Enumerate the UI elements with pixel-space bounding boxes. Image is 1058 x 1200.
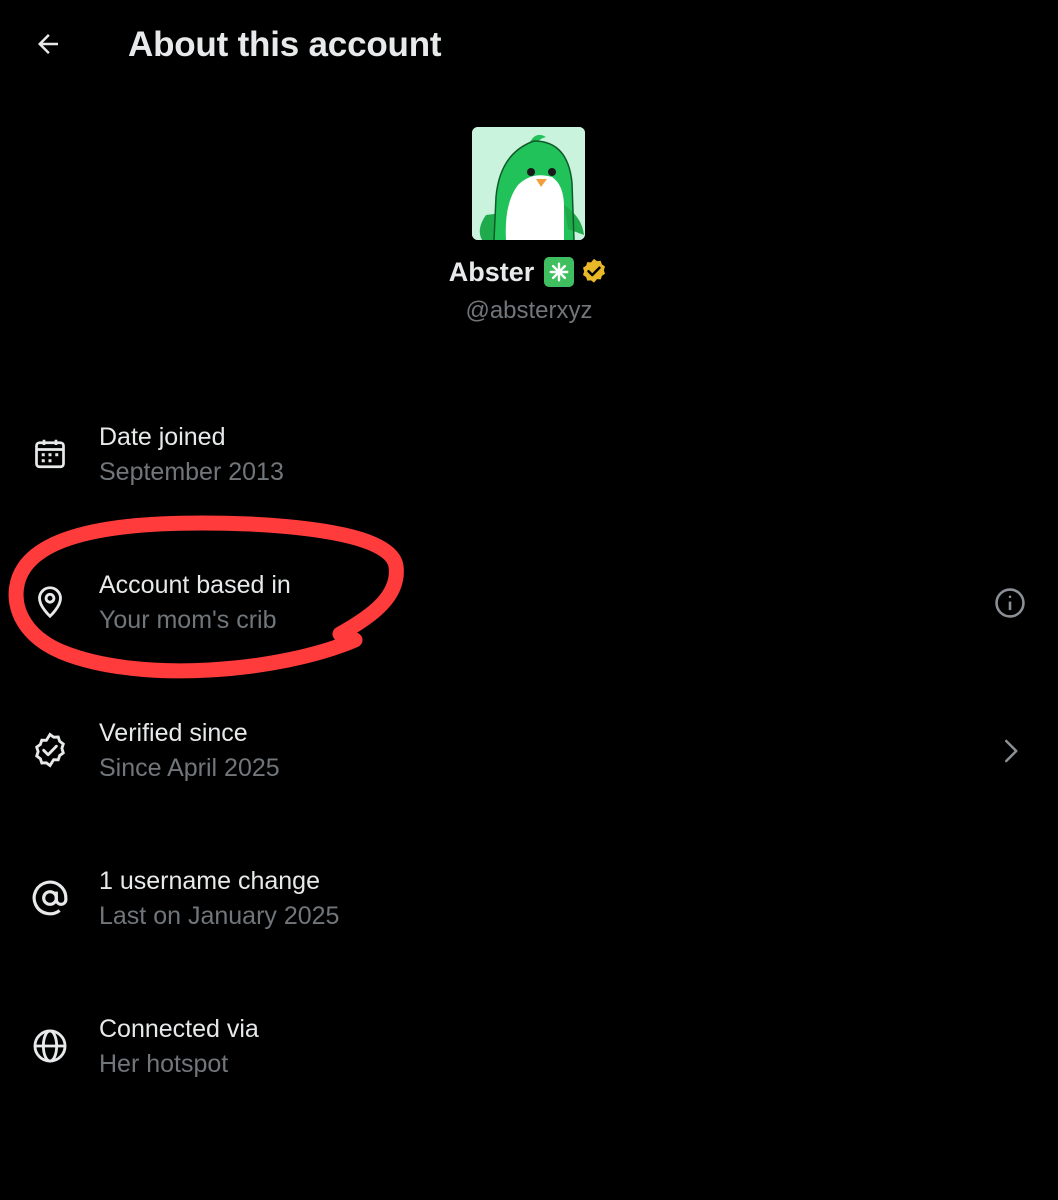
row-value: Last on January 2025 [99,902,340,930]
verified-check-icon [28,728,72,772]
row-value: Since April 2025 [99,754,280,782]
header-bar: About this account [0,0,1058,92]
username-handle: @absterxyz [465,297,593,324]
row-value: September 2013 [99,458,284,486]
location-pin-icon [28,580,72,624]
info-icon[interactable] [988,581,1032,625]
row-account-based-in: Account based in Your mom's crib [0,546,1058,666]
row-title: Account based in [99,571,291,599]
row-verified-since[interactable]: Verified since Since April 2025 [0,694,1058,814]
sparkle-emoji-icon [544,257,575,287]
verified-badge-icon[interactable] [579,257,609,287]
row-username-change: 1 username change Last on January 2025 [0,842,1058,962]
arrow-left-icon [33,29,63,64]
penguin-avatar-image [472,127,585,240]
row-value: Her hotspot [99,1050,229,1078]
row-title: Date joined [99,423,226,451]
display-name-row: Abster [0,252,1058,292]
row-value: Your mom's crib [99,606,277,634]
row-connected-via: Connected via Her hotspot [0,990,1058,1110]
chevron-right-icon[interactable] [988,729,1032,773]
row-title: 1 username change [99,867,320,895]
at-sign-icon [28,876,72,920]
row-date-joined: Date joined September 2013 [0,398,1058,518]
display-name: Abster [448,257,535,287]
page-title: About this account [128,25,442,64]
avatar[interactable] [472,127,585,240]
row-title: Connected via [99,1015,259,1043]
calendar-icon [28,432,72,476]
back-button[interactable] [26,24,70,68]
row-title: Verified since [99,719,248,747]
globe-icon [28,1024,72,1068]
